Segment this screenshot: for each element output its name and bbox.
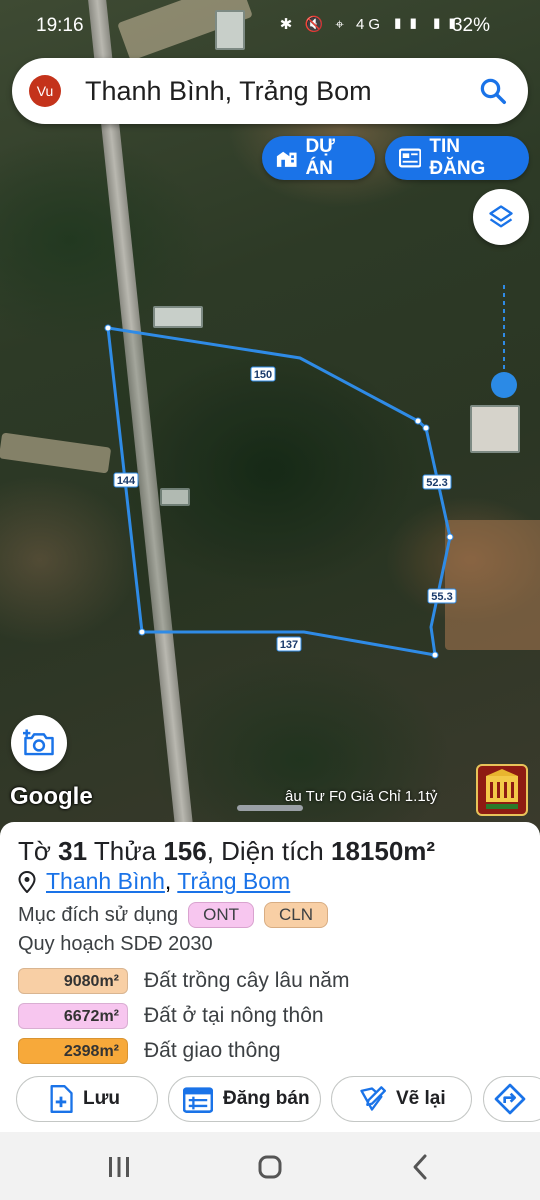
avatar[interactable]: Vu	[29, 75, 61, 107]
edge-label: 52.3	[426, 477, 447, 489]
satellite-map[interactable]: 150 52.3 55.3 137 144	[0, 0, 540, 830]
zone-label: Đất ở tại nông thôn	[144, 1003, 324, 1027]
parcel-overlay: 150 52.3 55.3 137 144	[104, 285, 517, 659]
plan-label: Quy hoạch SDĐ 2030	[18, 933, 213, 955]
sheet-word: Tờ	[18, 836, 51, 866]
back-icon[interactable]	[406, 1152, 436, 1182]
building-icon	[276, 151, 297, 167]
redraw-label: Vẽ lại	[396, 1088, 446, 1109]
redraw-button[interactable]: Vẽ lại	[331, 1076, 472, 1122]
edge-label: 144	[117, 475, 136, 487]
brand-logo-icon[interactable]	[476, 764, 528, 816]
status-icons: ✱ 🔇 ⌖ 4G ▮▮ ▮▮	[279, 16, 462, 33]
camera-button[interactable]	[11, 715, 67, 771]
sheet-number: 31	[58, 836, 88, 866]
status-bar: 19:16 ✱ 🔇 ⌖ 4G ▮▮ ▮▮ 32%	[0, 0, 540, 52]
layers-icon	[489, 205, 513, 228]
location-pin-icon	[18, 870, 36, 893]
listings-button[interactable]: TIN ĐĂNG	[385, 136, 529, 180]
google-attribution: Google	[10, 783, 93, 810]
zone-amount: 2398m²	[18, 1037, 128, 1064]
purpose-tag-cln[interactable]: CLN	[264, 902, 329, 928]
zone-row: 6672m² Đất ở tại nông thôn	[18, 998, 349, 1033]
parcel-number: 156	[163, 836, 207, 866]
listings-label: TIN ĐĂNG	[429, 136, 486, 179]
zone-list: 9080m² Đất trồng cây lâu năm 6672m² Đất …	[18, 963, 349, 1068]
action-bar: Lưu Đăng bán Vẽ lại	[16, 1076, 540, 1124]
system-nav-bar	[0, 1132, 540, 1200]
edge-label: 55.3	[431, 591, 452, 603]
search-icon[interactable]	[478, 76, 508, 106]
land-use-purpose: Mục đích sử dụng ONT CLN	[18, 902, 329, 928]
parcel-area: 18150m²	[331, 836, 436, 866]
projects-label: DỰ ÁN	[305, 136, 335, 179]
edge-label: 150	[254, 369, 272, 381]
purpose-tag-ont[interactable]: ONT	[188, 902, 255, 928]
add-file-icon	[50, 1085, 73, 1113]
directions-button[interactable]	[483, 1076, 540, 1122]
post-sale-button[interactable]: Đăng bán	[168, 1076, 321, 1122]
projects-button[interactable]: DỰ ÁN	[262, 136, 375, 180]
directions-icon	[494, 1083, 526, 1115]
parcel-info-sheet: Tờ 31 Thửa 156, Diện tích 18150m² Thanh …	[0, 822, 540, 1132]
status-time: 19:16	[36, 15, 84, 36]
edge-label: 137	[280, 639, 298, 651]
search-bar[interactable]: Vu Thanh Bình, Trảng Bom	[12, 58, 528, 124]
calendar-icon	[183, 1087, 213, 1113]
draw-shape-icon	[360, 1086, 386, 1111]
home-icon[interactable]	[255, 1152, 285, 1182]
screen: 150 52.3 55.3 137 144 19:16 ✱ 🔇 ⌖ 4G ▮▮ …	[0, 0, 540, 1200]
ward-link[interactable]: Thanh Bình	[46, 868, 165, 894]
battery-level: 32%	[451, 15, 490, 36]
layers-button[interactable]	[473, 189, 529, 245]
location-separator: ,	[164, 868, 172, 894]
area-word: , Diện tích	[206, 836, 324, 866]
zone-amount: 6672m²	[18, 1002, 128, 1029]
district-link[interactable]: Trảng Bom	[177, 868, 290, 894]
parcel-polygon[interactable]	[106, 326, 452, 657]
parcel-title: Tờ 31 Thửa 156, Diện tích 18150m²	[18, 836, 435, 867]
save-button[interactable]: Lưu	[16, 1076, 158, 1122]
recent-apps-icon[interactable]	[104, 1152, 134, 1182]
my-location-dot	[491, 372, 517, 398]
ad-ticker[interactable]: âu Tư F0 Giá Chỉ 1.1tỷ	[285, 788, 437, 805]
zone-label: Đất trồng cây lâu năm	[144, 968, 350, 992]
save-label: Lưu	[83, 1088, 120, 1109]
sheet-drag-handle[interactable]	[237, 805, 303, 811]
post-sale-label: Đăng bán	[223, 1088, 310, 1109]
zone-amount: 9080m²	[18, 967, 128, 994]
zone-label: Đất giao thông	[144, 1038, 281, 1062]
camera-add-icon	[23, 729, 54, 756]
purpose-label: Mục đích sử dụng	[18, 903, 179, 926]
newspaper-icon	[399, 148, 422, 168]
location-title[interactable]: Thanh Bình, Trảng Bom	[85, 76, 372, 107]
parcel-word: Thửa	[93, 836, 157, 866]
zone-row: 9080m² Đất trồng cây lâu năm	[18, 963, 349, 998]
parcel-location: Thanh Bình, Trảng Bom	[18, 868, 290, 895]
zone-row: 2398m² Đất giao thông	[18, 1033, 349, 1068]
